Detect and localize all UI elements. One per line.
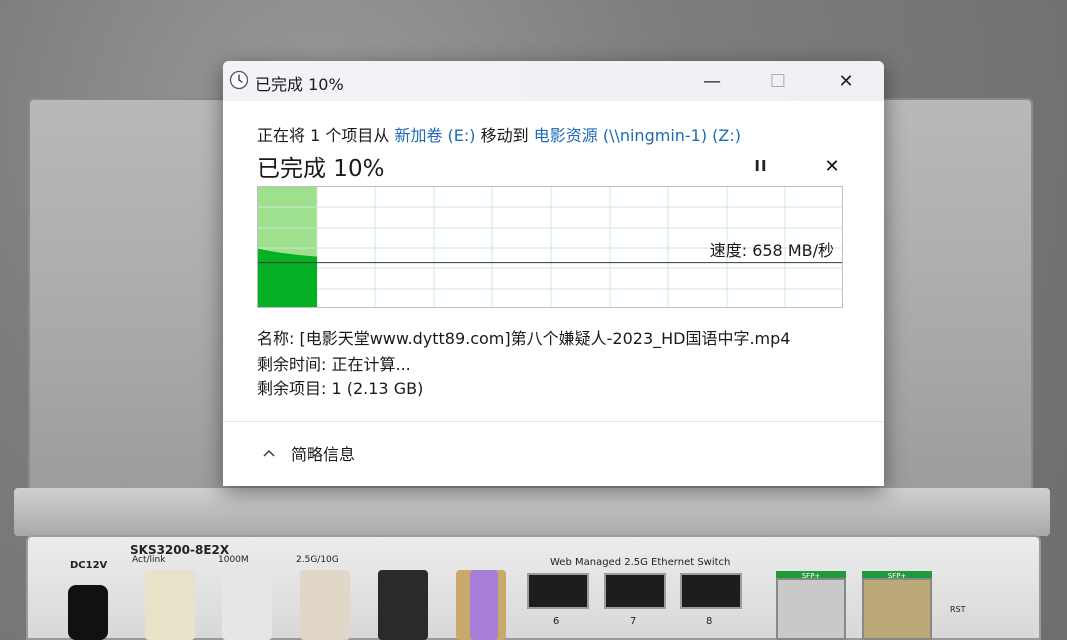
switch-lip bbox=[14, 488, 1050, 536]
port-number: 7 bbox=[630, 616, 637, 627]
ethernet-port bbox=[527, 573, 589, 609]
items-remaining: 剩余项目: 1 (2.13 GB) bbox=[257, 379, 424, 398]
device-led-25: 2.5G/10G bbox=[296, 555, 339, 565]
window-title: 已完成 10% bbox=[255, 75, 344, 94]
maximize-button[interactable]: ☐ bbox=[755, 61, 801, 101]
destination-link[interactable]: 电影资源 (\\ningmin-1) (Z:) bbox=[534, 126, 741, 145]
device-caption: Web Managed 2.5G Ethernet Switch bbox=[550, 557, 731, 568]
sfp-port bbox=[862, 578, 932, 640]
close-icon: ✕ bbox=[838, 70, 854, 92]
port-number: 8 bbox=[706, 616, 713, 627]
sfp-port bbox=[776, 578, 846, 640]
device-act-link: Act/link bbox=[132, 555, 166, 565]
ethernet-plug bbox=[378, 570, 428, 640]
ethernet-plug bbox=[222, 570, 272, 640]
port-number: 6 bbox=[553, 616, 560, 627]
pause-icon: II bbox=[754, 157, 768, 175]
maximize-icon: ☐ bbox=[769, 70, 787, 92]
speed-graph: 速度: 658 MB/秒 bbox=[257, 186, 843, 308]
chevron-up-icon bbox=[263, 450, 275, 457]
ethernet-port bbox=[604, 573, 666, 609]
file-name: 名称: [电影天堂www.dytt89.com]第八个嫌疑人-2023_HD国语… bbox=[257, 329, 791, 348]
progress-title: 已完成 10% bbox=[257, 156, 385, 182]
title-bar[interactable]: 已完成 10% — ☐ ✕ bbox=[223, 61, 884, 101]
cancel-icon: ✕ bbox=[824, 155, 840, 177]
ethernet-plug bbox=[145, 570, 195, 640]
ethernet-plug bbox=[300, 570, 350, 640]
minimize-button[interactable]: — bbox=[689, 61, 735, 101]
device-dc-label: DC12V bbox=[70, 560, 108, 571]
clock-icon bbox=[229, 70, 249, 90]
speed-history-area bbox=[258, 248, 317, 307]
fewer-details-toggle[interactable]: 简略信息 bbox=[261, 441, 355, 465]
transfer-prefix: 正在将 1 个项目从 bbox=[257, 126, 390, 145]
speed-label: 速度: 658 MB/秒 bbox=[709, 241, 834, 260]
minimize-icon: — bbox=[703, 70, 721, 92]
ethernet-port bbox=[680, 573, 742, 609]
power-plug bbox=[68, 585, 108, 640]
fewer-details-label: 简略信息 bbox=[291, 445, 356, 464]
transfer-description: 正在将 1 个项目从 新加卷 (E:) 移动到 电影资源 (\\ningmin-… bbox=[257, 122, 741, 146]
pause-button[interactable]: II bbox=[747, 153, 775, 179]
transfer-middle: 移动到 bbox=[480, 126, 529, 145]
cancel-button[interactable]: ✕ bbox=[819, 153, 845, 179]
device-led-1000: 1000M bbox=[218, 555, 249, 565]
time-remaining: 剩余时间: 正在计算... bbox=[257, 355, 411, 374]
footer-divider bbox=[223, 421, 884, 422]
ethernet-plug bbox=[470, 570, 498, 640]
device-rst-label: RST bbox=[950, 605, 966, 614]
source-link[interactable]: 新加卷 (E:) bbox=[394, 126, 475, 145]
close-button[interactable]: ✕ bbox=[823, 61, 869, 101]
copy-progress-dialog: 已完成 10% — ☐ ✕ 正在将 1 个项目从 新加卷 (E:) 移动到 电影… bbox=[223, 61, 884, 486]
